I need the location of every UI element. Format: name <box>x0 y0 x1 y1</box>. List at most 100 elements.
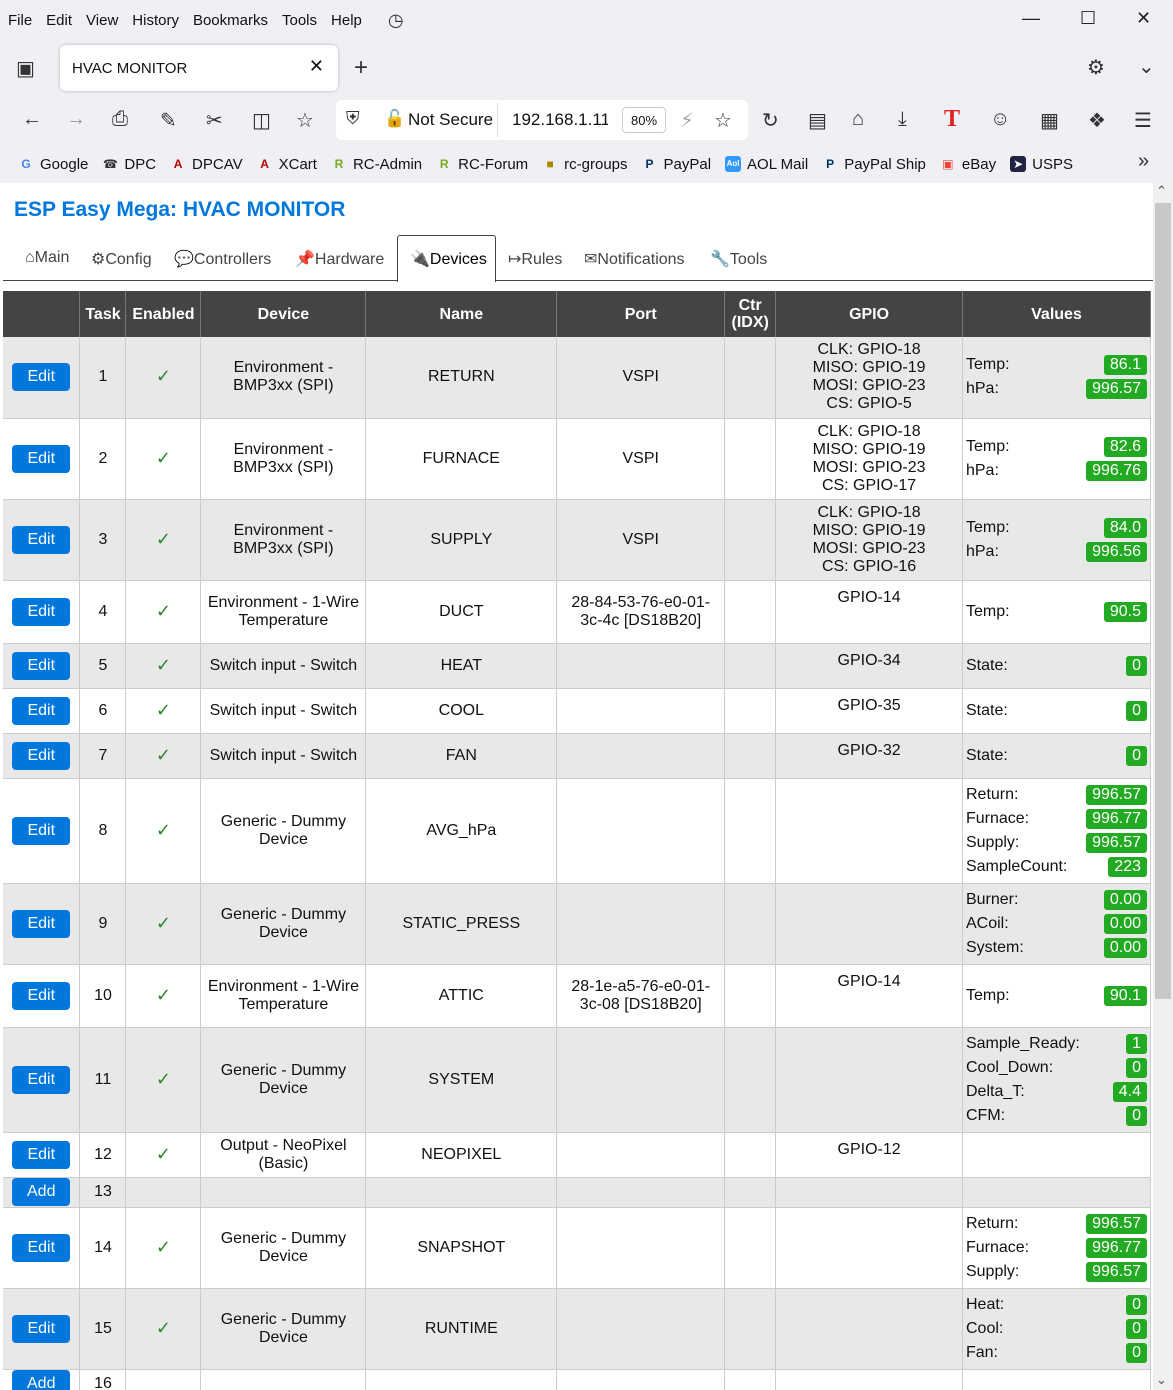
tab-controllers[interactable]: 💬Controllers <box>174 249 271 269</box>
tab-main[interactable]: ⌂Main <box>25 249 69 267</box>
home-icon[interactable]: ⌂ <box>852 108 864 131</box>
check-icon: ✓ <box>155 528 171 549</box>
value-row: Burner: 0.00 <box>966 888 1147 912</box>
reader-view-icon[interactable]: ◫ <box>252 108 271 133</box>
device-cell: Switch input - Switch <box>200 643 367 689</box>
add-button[interactable]: Add <box>12 1178 71 1206</box>
device-cell: Environment - 1-Wire Temperature <box>200 580 367 644</box>
print-preview-icon[interactable]: ✎ <box>160 108 177 133</box>
tab-overview-icon[interactable]: ▣ <box>16 56 35 81</box>
bookmark-rc-admin[interactable]: R RC-Admin <box>331 156 423 173</box>
edit-button[interactable]: Edit <box>12 444 71 473</box>
star-icon[interactable]: ☆ <box>714 108 732 133</box>
edit-button[interactable]: Edit <box>12 1065 71 1094</box>
tab-devices[interactable]: 🔌Devices <box>410 249 487 269</box>
bookmark-rc-groups[interactable]: ■ rc-groups <box>542 156 628 173</box>
bookmark-usps[interactable]: ➤ USPS <box>1010 156 1073 173</box>
scroll-up-icon[interactable]: ⌃ <box>1156 183 1167 199</box>
new-tab-icon[interactable]: + <box>354 54 368 82</box>
bookmark-dpcav[interactable]: A DPCAV <box>170 156 243 173</box>
menu-edit[interactable]: Edit <box>46 12 72 29</box>
scroll-down-icon[interactable]: ⌄ <box>1156 1372 1167 1388</box>
menu-history[interactable]: History <box>132 12 179 29</box>
tab-tools[interactable]: 🔧Tools <box>710 249 767 269</box>
text-extension-icon[interactable]: T <box>944 106 960 133</box>
page-scrollbar[interactable]: ⌃ ⌄ <box>1153 183 1173 1390</box>
bookmark-dpc[interactable]: ☎ DPC <box>102 156 156 173</box>
value-label: System: <box>965 938 1024 956</box>
lightning-icon[interactable]: ⚡ <box>680 108 694 133</box>
tab-rules[interactable]: ↦Rules <box>508 249 562 269</box>
download-icon[interactable]: ⤓ <box>898 108 907 131</box>
bookmark-aol-mail[interactable]: Aol AOL Mail <box>725 156 808 173</box>
qr-code-icon[interactable]: ▦ <box>1040 108 1059 133</box>
edit-button[interactable]: Edit <box>12 651 71 680</box>
close-tab-icon[interactable]: ✕ <box>309 56 324 77</box>
bookmark-rc-forum[interactable]: R RC-Forum <box>436 156 528 173</box>
gpio-cell: GPIO-14 <box>775 964 963 1028</box>
action-cell: Edit <box>3 964 81 1028</box>
edit-button[interactable]: Edit <box>12 741 71 770</box>
scrollbar-thumb[interactable] <box>1155 203 1171 999</box>
account-icon[interactable]: ☺ <box>990 108 1010 131</box>
edit-button[interactable]: Edit <box>12 1233 71 1262</box>
add-button[interactable]: Add <box>12 1370 71 1390</box>
menu-view[interactable]: View <box>86 12 118 29</box>
action-cell: Edit <box>3 580 81 644</box>
name-cell: FURNACE <box>365 418 558 500</box>
sidebar-icon[interactable]: ▤ <box>808 108 827 133</box>
bookmark-ebay[interactable]: ▣ eBay <box>940 156 996 173</box>
edit-button[interactable]: Edit <box>12 696 71 725</box>
settings-gear-icon[interactable]: ⚙ <box>1087 55 1105 80</box>
aol-icon: Aol <box>725 156 742 172</box>
forward-icon[interactable]: → <box>66 108 86 131</box>
chevron-down-icon[interactable]: ⌄ <box>1138 54 1155 79</box>
edit-button[interactable]: Edit <box>12 363 71 392</box>
more-bookmarks-icon[interactable]: » <box>1138 150 1149 173</box>
clock-icon[interactable]: ◷ <box>388 10 404 31</box>
edit-button[interactable]: Edit <box>12 597 71 626</box>
extensions-icon[interactable]: ❖ <box>1088 108 1106 133</box>
close-window-icon[interactable]: ✕ <box>1136 8 1151 29</box>
bookmark-paypal[interactable]: P PayPal <box>642 156 712 173</box>
task-cell: 3 <box>79 499 127 581</box>
menu-tools[interactable]: Tools <box>282 12 317 29</box>
edit-button[interactable]: Edit <box>12 981 71 1010</box>
value-label: Temp: <box>965 986 1010 1004</box>
maximize-icon[interactable]: ☐ <box>1080 8 1096 29</box>
edit-button[interactable]: Edit <box>12 909 71 938</box>
back-icon[interactable]: ← <box>22 108 42 131</box>
edit-button[interactable]: Edit <box>12 816 71 845</box>
tab-config[interactable]: ⚙Config <box>91 249 152 269</box>
print-icon[interactable]: ⎙ <box>112 108 128 131</box>
address-bar[interactable]: ⛨ 🔓 Not Secure 192.168.1.119 80% ⚡ ☆ <box>336 100 748 140</box>
value-label: Cool_Down: <box>965 1058 1054 1076</box>
header-blank <box>3 291 81 337</box>
bookmark-paypal-ship[interactable]: P PayPal Ship <box>822 156 926 173</box>
bookmark-google[interactable]: G Google <box>18 156 88 173</box>
tab-hardware[interactable]: 📌Hardware <box>295 249 384 269</box>
shield-icon[interactable]: ⛨ <box>346 108 360 129</box>
bookmark-star-icon[interactable]: ☆ <box>296 108 314 133</box>
value-badge: 84.0 <box>1103 517 1147 538</box>
minimize-icon[interactable]: — <box>1022 8 1040 29</box>
edit-button[interactable]: Edit <box>12 525 71 554</box>
not-secure-indicator[interactable]: 🔓 Not Secure <box>374 103 498 137</box>
port-cell <box>556 1369 726 1390</box>
screenshot-icon[interactable]: ✂ <box>206 108 223 133</box>
edit-button[interactable]: Edit <box>12 1314 71 1343</box>
header-port: Port <box>556 291 726 337</box>
tab-notifications[interactable]: ✉Notifications <box>584 249 685 269</box>
menu-file[interactable]: File <box>8 12 32 29</box>
edit-button[interactable]: Edit <box>12 1140 71 1169</box>
tab-hvac-monitor[interactable]: HVAC MONITOR ✕ <box>60 45 338 91</box>
url-text[interactable]: 192.168.1.119 <box>512 110 608 130</box>
gpio-cell: CLK: GPIO-18 MISO: GPIO-19 MOSI: GPIO-23 CS… <box>775 418 963 500</box>
action-cell: Edit <box>3 1132 81 1178</box>
reload-icon[interactable]: ↻ <box>762 108 779 133</box>
bookmark-xcart[interactable]: A XCart <box>257 156 317 173</box>
hamburger-menu-icon[interactable]: ☰ <box>1134 108 1152 133</box>
zoom-level[interactable]: 80% <box>622 107 666 133</box>
menu-help[interactable]: Help <box>331 12 362 29</box>
menu-bookmarks[interactable]: Bookmarks <box>193 12 268 29</box>
